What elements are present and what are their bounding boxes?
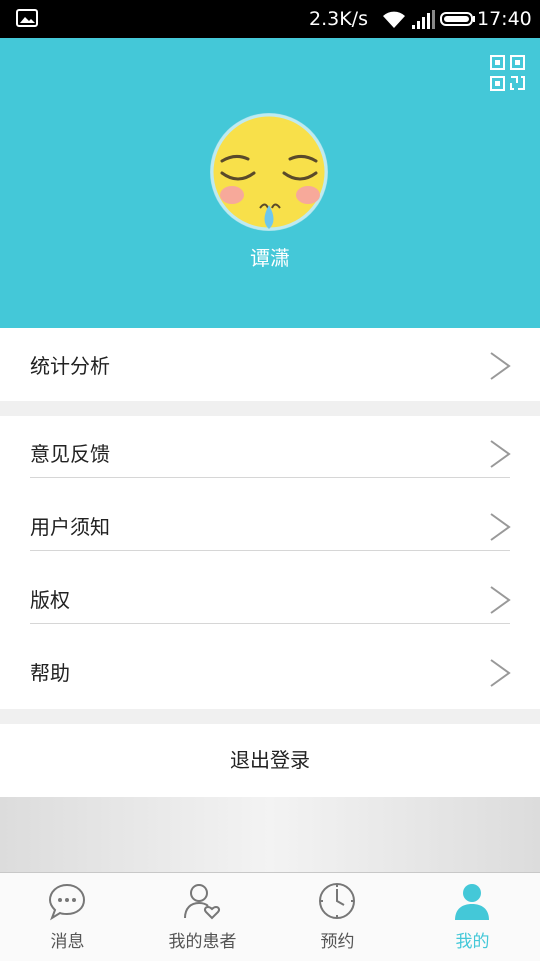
tab-my-patients[interactable]: 我的患者 [135,873,270,961]
qr-code-icon[interactable] [490,55,525,91]
tab-label: 我的患者 [168,932,237,952]
logout-button[interactable]: 退出登录 [0,724,540,797]
tab-appointments[interactable]: 预约 [270,873,405,961]
clock-time: 17:40 [477,8,532,30]
menu-item-label: 统计分析 [30,354,110,378]
menu-item-stats[interactable]: 统计分析 [0,328,540,400]
bottom-tab-bar: 消息 我的患者 预约 我的 [0,872,540,961]
tab-label: 预约 [320,932,355,952]
chevron-right-icon [490,440,511,468]
divider [30,477,510,478]
chevron-right-icon [490,352,511,380]
tab-label: 我的 [455,932,490,952]
chat-bubble-icon [48,883,86,921]
sleepy-emoji-avatar [210,113,328,231]
chevron-right-icon [490,513,511,541]
status-bar: 2.3K/s 17:40 [0,0,540,38]
chevron-right-icon [490,586,511,614]
image-icon [16,9,38,27]
network-speed: 2.3K/s [309,8,368,30]
patient-heart-icon [184,884,221,920]
empty-area [0,797,540,872]
person-icon [455,884,489,920]
divider [30,550,510,551]
avatar[interactable] [210,113,328,231]
wifi-icon [383,11,405,28]
chevron-right-icon [490,659,511,687]
signal-icon [412,10,435,29]
tab-messages[interactable]: 消息 [0,873,135,961]
clock-icon [319,883,355,919]
menu-item-label: 帮助 [30,661,70,685]
stats-section: 统计分析 [0,328,540,401]
tab-label: 消息 [50,932,85,952]
username: 谭潇 [250,246,290,270]
battery-icon [440,12,475,26]
settings-section: 意见反馈 用户须知 版权 帮助 [0,416,540,709]
divider [30,623,510,624]
menu-item-label: 版权 [30,588,70,612]
menu-item-label: 意见反馈 [30,442,110,466]
tab-profile[interactable]: 我的 [405,873,540,961]
menu-item-help[interactable]: 帮助 [0,635,540,707]
menu-item-label: 用户须知 [30,515,110,539]
